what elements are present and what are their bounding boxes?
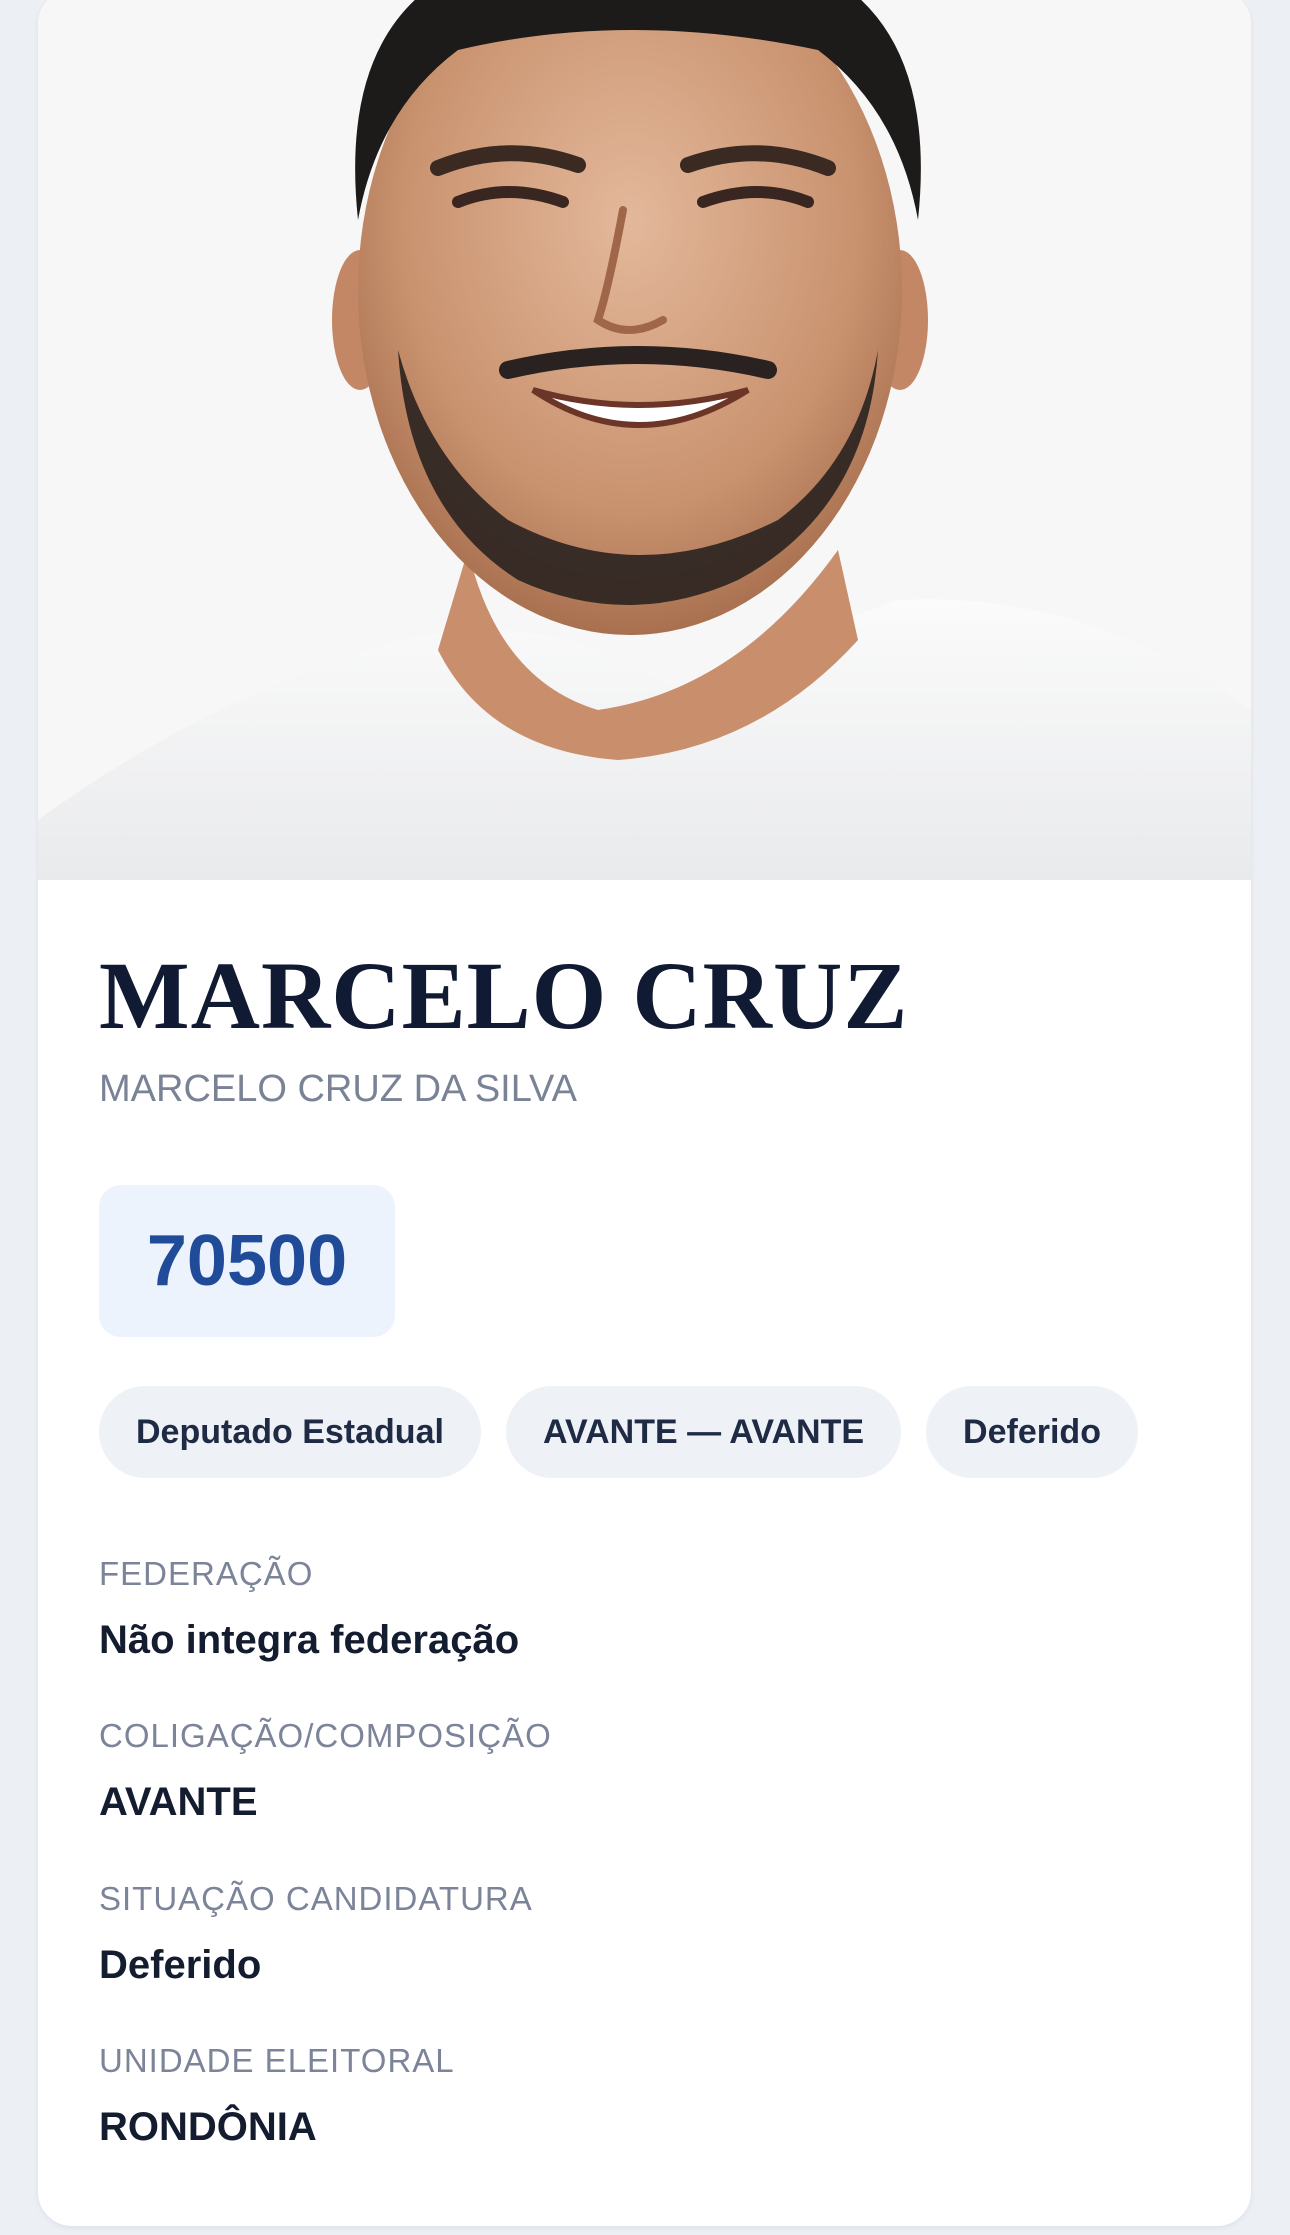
candidate-portrait-image: [38, 0, 1251, 880]
field-value: RONDÔNIA: [99, 2105, 317, 2149]
candidate-photo: [38, 0, 1251, 880]
field-coligacao: COLIGAÇÃO/COMPOSIÇÃO AVANTE: [99, 1719, 552, 1822]
field-situacao: SITUAÇÃO CANDIDATURA Deferido: [99, 1882, 533, 1985]
candidate-card: MARCELO CRUZ MARCELO CRUZ DA SILVA 70500…: [38, 0, 1251, 2226]
chip-status: Deferido: [926, 1386, 1138, 1478]
candidate-full-name: MARCELO CRUZ DA SILVA: [99, 1068, 577, 1110]
field-label: UNIDADE ELEITORAL: [99, 2042, 455, 2079]
candidate-number-badge: 70500: [99, 1185, 395, 1337]
field-label: COLIGAÇÃO/COMPOSIÇÃO: [99, 1717, 552, 1754]
field-value: Deferido: [99, 1943, 262, 1987]
field-value: AVANTE: [99, 1780, 258, 1824]
candidate-display-name: MARCELO CRUZ: [99, 942, 909, 1049]
candidate-chips: Deputado Estadual AVANTE — AVANTE Deferi…: [99, 1386, 1138, 1478]
field-unidade-eleitoral: UNIDADE ELEITORAL RONDÔNIA: [99, 2044, 455, 2147]
field-value: Não integra federação: [99, 1618, 520, 1662]
field-label: SITUAÇÃO CANDIDATURA: [99, 1880, 533, 1917]
field-federacao: FEDERAÇÃO Não integra federação: [99, 1557, 519, 1660]
chip-office: Deputado Estadual: [99, 1386, 481, 1478]
candidate-number: 70500: [146, 1221, 348, 1301]
field-label: FEDERAÇÃO: [99, 1555, 314, 1592]
chip-party: AVANTE — AVANTE: [505, 1386, 902, 1478]
